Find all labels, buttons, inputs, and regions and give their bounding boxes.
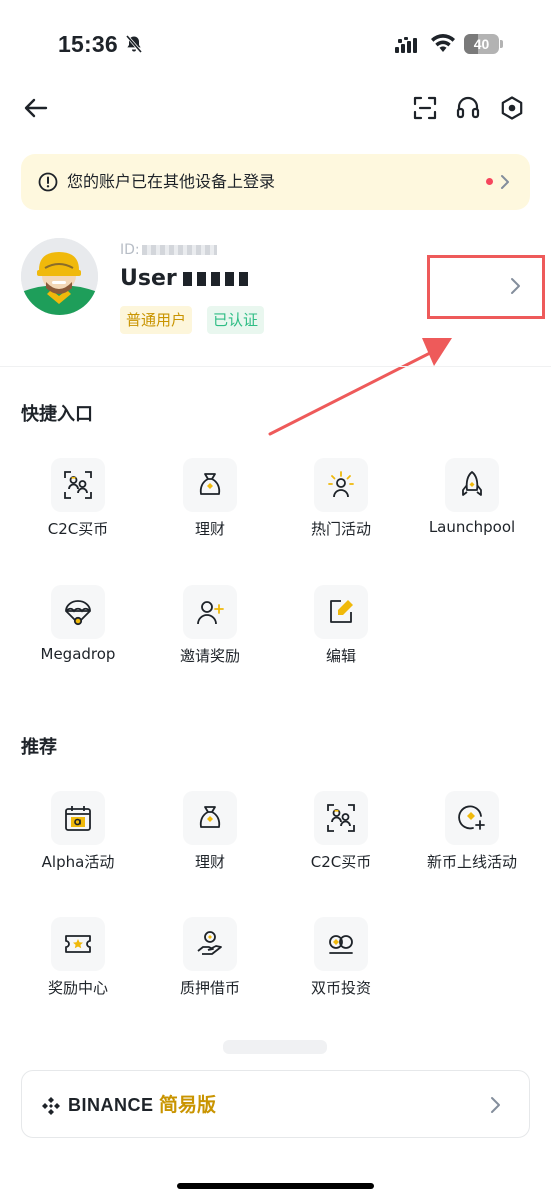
battery-indicator: 40 (464, 34, 503, 54)
alert-circle-icon (38, 172, 58, 192)
scroll-indicator (223, 1040, 327, 1054)
username: User (120, 266, 253, 291)
redacted-id (141, 245, 217, 255)
bell-muted-icon (125, 35, 143, 53)
user-id: ID: (120, 242, 217, 258)
calendar-alpha-icon (65, 806, 91, 831)
rec-alpha-events[interactable]: Alpha活动 (13, 791, 143, 901)
rec-dual-investment[interactable]: 双币投资 (276, 917, 406, 1027)
status-time: 15:36 (58, 31, 118, 57)
settings-button[interactable] (496, 92, 528, 124)
battery-level: 40 (473, 36, 490, 52)
section-divider (0, 366, 551, 367)
avatar (21, 238, 98, 315)
quick-megadrop[interactable]: Megadrop (13, 585, 143, 695)
chevron-right-icon (501, 175, 509, 189)
back-button[interactable] (20, 92, 52, 124)
lite-version-label: 简易版 (159, 1094, 217, 1116)
notice-text: 您的账户已在其他设备上登录 (67, 172, 276, 191)
annotation-arrow (268, 338, 452, 436)
quick-launchpool[interactable]: Launchpool (407, 458, 537, 568)
dual-coin-icon (329, 935, 353, 954)
quick-edit[interactable]: 编辑 (276, 585, 406, 695)
rec-new-listing[interactable]: 新币上线活动 (407, 791, 537, 901)
ticket-star-icon (65, 935, 91, 953)
home-indicator (177, 1183, 374, 1189)
c2c-users-icon (64, 471, 92, 499)
arrow-left-icon (24, 98, 48, 118)
scan-icon (413, 96, 437, 120)
chevron-right-icon (491, 1097, 500, 1113)
quick-access-title: 快捷入口 (21, 404, 93, 425)
cellular-signal-icon (395, 37, 417, 53)
add-user-icon (197, 601, 224, 625)
sun-person-icon (328, 471, 354, 498)
unread-dot (486, 178, 493, 185)
quick-hot-events[interactable]: 热门活动 (276, 458, 406, 568)
wifi-icon (431, 34, 455, 52)
headset-icon (456, 96, 480, 119)
c2c-users-icon (327, 804, 355, 832)
money-bag-icon (199, 806, 221, 828)
recommended-title: 推荐 (21, 737, 57, 758)
rec-earn[interactable]: 理财 (145, 791, 275, 901)
settings-hexagon-icon (501, 96, 523, 120)
verified-badge: 已认证 (207, 306, 265, 334)
support-button[interactable] (452, 92, 484, 124)
money-bag-icon (199, 473, 221, 495)
status-bar: 15:36 40 (0, 0, 551, 90)
quick-c2c-buy[interactable]: C2C买币 (13, 458, 143, 568)
quick-referral[interactable]: 邀请奖励 (145, 585, 275, 695)
user-tier-badge: 普通用户 (120, 306, 193, 334)
parachute-icon (65, 600, 91, 626)
binance-logo-icon (42, 1097, 60, 1115)
hand-coin-icon (197, 931, 222, 955)
rec-c2c-buy[interactable]: C2C买币 (276, 791, 406, 901)
binance-wordmark: BINANCE (68, 1095, 154, 1115)
rocket-icon (462, 471, 482, 496)
new-coin-icon (458, 805, 485, 830)
login-notice-banner[interactable]: 您的账户已在其他设备上登录 (21, 154, 530, 210)
rec-crypto-loans[interactable]: 质押借币 (145, 917, 275, 1027)
scan-button[interactable] (409, 92, 441, 124)
edit-icon (330, 600, 353, 623)
quick-earn[interactable]: 理财 (145, 458, 275, 568)
redacted-username (182, 272, 253, 286)
annotation-highlight-box (427, 255, 545, 319)
binance-lite-card[interactable]: BINANCE 简易版 (21, 1070, 530, 1138)
rec-rewards-hub[interactable]: 奖励中心 (13, 917, 143, 1027)
